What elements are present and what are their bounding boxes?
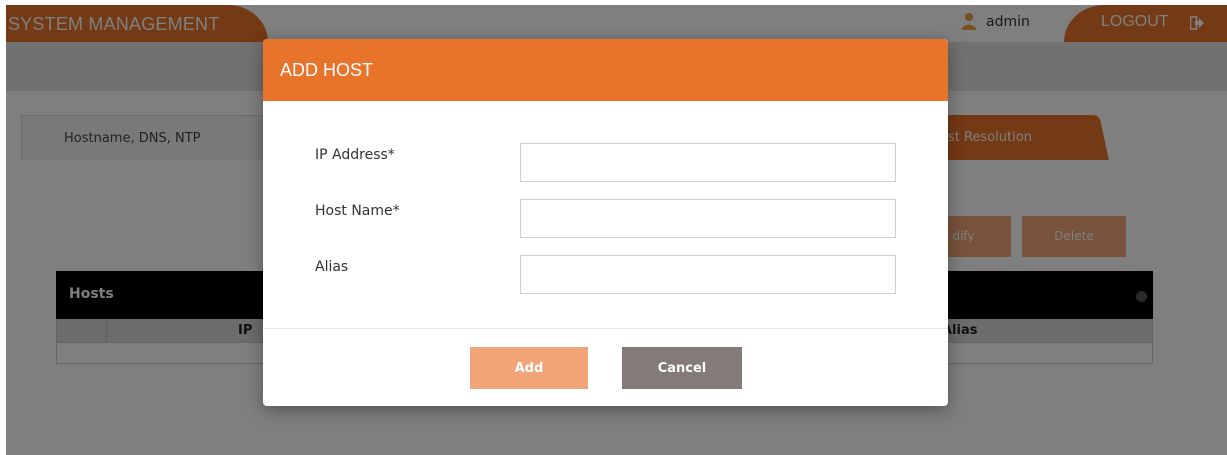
alias-field[interactable]	[520, 255, 896, 294]
dialog-title: ADD HOST	[280, 60, 374, 80]
host-name-label: Host Name*	[315, 203, 400, 219]
alias-label: Alias	[315, 259, 349, 275]
cancel-button[interactable]: Cancel	[622, 347, 742, 389]
ip-address-field[interactable]	[520, 143, 896, 182]
host-name-field[interactable]	[520, 199, 896, 238]
add-button[interactable]: Add	[470, 347, 588, 389]
dialog-header: ADD HOST	[263, 39, 948, 101]
dialog-divider	[263, 328, 948, 329]
add-host-dialog: ADD HOST IP Address* Host Name* Alias Ad…	[263, 39, 948, 406]
ip-address-label: IP Address*	[315, 147, 395, 163]
